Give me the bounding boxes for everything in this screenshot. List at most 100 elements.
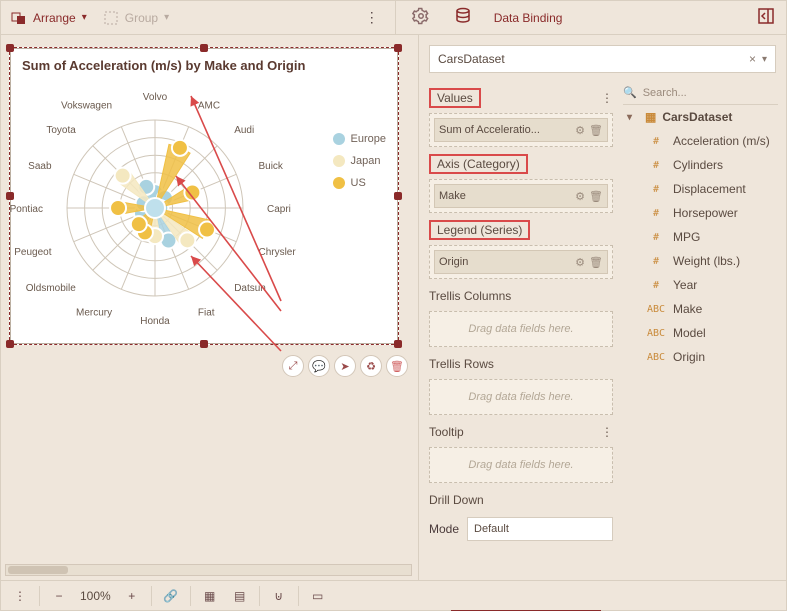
search-placeholder: Search...	[643, 87, 687, 99]
legend-item[interactable]: Europe	[333, 128, 386, 150]
chart-body: VolvoAMCAudiBuickCapriChryslerDatsunFiat…	[10, 78, 398, 344]
axis-chip[interactable]: Make ⚙ 🗑	[434, 184, 608, 208]
zoom-in-button[interactable]: +	[119, 584, 145, 608]
snap-button[interactable]: ⊍	[266, 584, 292, 608]
clear-dataset-button[interactable]: ×	[749, 52, 756, 66]
gear-icon	[412, 7, 430, 28]
gear-icon[interactable]: ⚙	[575, 256, 585, 269]
zoom-level[interactable]: 100%	[76, 589, 115, 603]
settings-tab-button[interactable]	[404, 7, 438, 28]
data-binding-tab-button[interactable]	[446, 7, 480, 28]
trellis-cols-dropzone[interactable]: Drag data fields here.	[429, 311, 613, 347]
fullscreen-button[interactable]: ⤢	[282, 355, 304, 377]
canvas[interactable]: Sum of Acceleration (m/s) by Make and Or…	[1, 35, 418, 580]
arrange-icon	[11, 10, 27, 26]
arrange-menu[interactable]: Arrange ▾	[7, 8, 91, 28]
svg-text:Saab: Saab	[28, 161, 52, 172]
field-item[interactable]: #Acceleration (m/s)	[623, 129, 778, 153]
fields-column: 🔍 Search... ▾ ▦ CarsDataset #Acceleratio…	[619, 81, 786, 580]
horizontal-scrollbar[interactable]	[5, 564, 412, 576]
trellis-rows-label: Trellis Rows	[429, 357, 494, 371]
values-section-label: Values	[429, 88, 481, 108]
axis-dropzone[interactable]: Make ⚙ 🗑	[429, 179, 613, 213]
field-item[interactable]: #Cylinders	[623, 153, 778, 177]
values-dropzone[interactable]: Sum of Acceleratio... ⚙ 🗑	[429, 113, 613, 147]
search-icon: 🔍	[623, 86, 637, 99]
grid-icon: ▦	[204, 589, 215, 603]
mobile-preview-button[interactable]: ▭	[305, 584, 331, 608]
drill-mode-label: Mode	[429, 522, 459, 536]
radar-chart: VolvoAMCAudiBuickCapriChryslerDatsunFiat…	[10, 78, 400, 346]
drill-mode-select[interactable]: Default	[467, 517, 613, 541]
group-label: Group	[125, 11, 158, 25]
collapse-panel-button[interactable]	[752, 8, 780, 27]
trellis-rows-dropzone[interactable]: Drag data fields here.	[429, 379, 613, 415]
svg-text:Volvo: Volvo	[143, 92, 168, 103]
dataset-node[interactable]: ▾ ▦ CarsDataset	[623, 105, 778, 129]
legend-item[interactable]: Japan	[333, 150, 386, 172]
tooltip-section-menu[interactable]: ⋮	[601, 425, 613, 439]
ruler-button[interactable]: ▤	[227, 584, 253, 608]
resize-handle[interactable]	[6, 44, 14, 52]
chip-label: Sum of Acceleratio...	[439, 124, 571, 136]
chart-legend: Europe Japan US	[333, 128, 386, 194]
trash-icon[interactable]: 🗑	[589, 190, 603, 203]
table-icon: ▦	[645, 110, 656, 124]
trash-icon[interactable]: 🗑	[589, 124, 603, 137]
statusbar-overflow[interactable]: ⋮	[7, 584, 33, 608]
field-item[interactable]: #Displacement	[623, 177, 778, 201]
tooltip-dropzone[interactable]: Drag data fields here.	[429, 447, 613, 483]
arrange-label: Arrange	[33, 11, 76, 25]
svg-text:Honda: Honda	[140, 316, 170, 327]
field-item[interactable]: #Horsepower	[623, 201, 778, 225]
comment-button[interactable]: 💬	[308, 355, 330, 377]
comment-icon: 💬	[312, 360, 326, 373]
zoom-out-button[interactable]: −	[46, 584, 72, 608]
resize-handle[interactable]	[200, 44, 208, 52]
grid-button[interactable]: ▦	[197, 584, 223, 608]
values-section-menu[interactable]: ⋮	[601, 91, 613, 105]
legend-dropzone[interactable]: Origin ⚙ 🗑	[429, 245, 613, 279]
field-item[interactable]: ABCModel	[623, 321, 778, 345]
drill-mode-value: Default	[474, 523, 509, 535]
delete-button[interactable]: 🗑	[386, 355, 408, 377]
field-item[interactable]: ABCOrigin	[623, 345, 778, 369]
top-toolbar: Arrange ▾ Group ▾ ⋮ Data Binding	[1, 1, 786, 35]
link-button[interactable]: 🔗	[158, 584, 184, 608]
svg-text:Audi: Audi	[234, 125, 254, 136]
share-button[interactable]: ➤	[334, 355, 356, 377]
gear-icon[interactable]: ⚙	[575, 124, 585, 137]
legend-chip[interactable]: Origin ⚙ 🗑	[434, 250, 608, 274]
gear-icon[interactable]: ⚙	[575, 190, 585, 203]
group-menu[interactable]: Group ▾	[99, 8, 173, 28]
chart-widget[interactable]: Sum of Acceleration (m/s) by Make and Or…	[9, 47, 399, 345]
field-item[interactable]: #Weight (lbs.)	[623, 249, 778, 273]
resize-handle[interactable]	[394, 44, 402, 52]
scrollbar-thumb[interactable]	[8, 566, 68, 574]
svg-text:AMC: AMC	[198, 101, 220, 112]
link-icon: 🔗	[163, 589, 178, 603]
share-icon: ➤	[340, 360, 349, 373]
values-chip[interactable]: Sum of Acceleratio... ⚙ 🗑	[434, 118, 608, 142]
dropzone-placeholder: Drag data fields here.	[434, 384, 608, 410]
field-item[interactable]: #MPG	[623, 225, 778, 249]
legend-item[interactable]: US	[333, 172, 386, 194]
main-area: Sum of Acceleration (m/s) by Make and Or…	[1, 35, 786, 580]
field-item[interactable]: #Year	[623, 273, 778, 297]
trash-icon[interactable]: 🗑	[589, 256, 603, 269]
tooltip-label: Tooltip	[429, 425, 464, 439]
fields-search[interactable]: 🔍 Search...	[623, 81, 778, 105]
dataset-selector[interactable]: CarsDataset × ▾	[429, 45, 776, 73]
field-item[interactable]: ABCMake	[623, 297, 778, 321]
interactions-button[interactable]: ♻	[360, 355, 382, 377]
trash-icon: 🗑	[390, 360, 404, 373]
svg-text:Capri: Capri	[267, 204, 291, 215]
axis-section-label: Axis (Category)	[429, 154, 528, 174]
toolbar-overflow[interactable]: ⋮	[357, 9, 387, 26]
svg-text:Mercury: Mercury	[76, 307, 112, 318]
data-binding-tab-label[interactable]: Data Binding	[488, 1, 569, 35]
chip-label: Origin	[439, 256, 571, 268]
group-icon	[103, 10, 119, 26]
drilldown-label: Drill Down	[429, 493, 484, 507]
chevron-down-icon: ▾	[164, 12, 169, 23]
